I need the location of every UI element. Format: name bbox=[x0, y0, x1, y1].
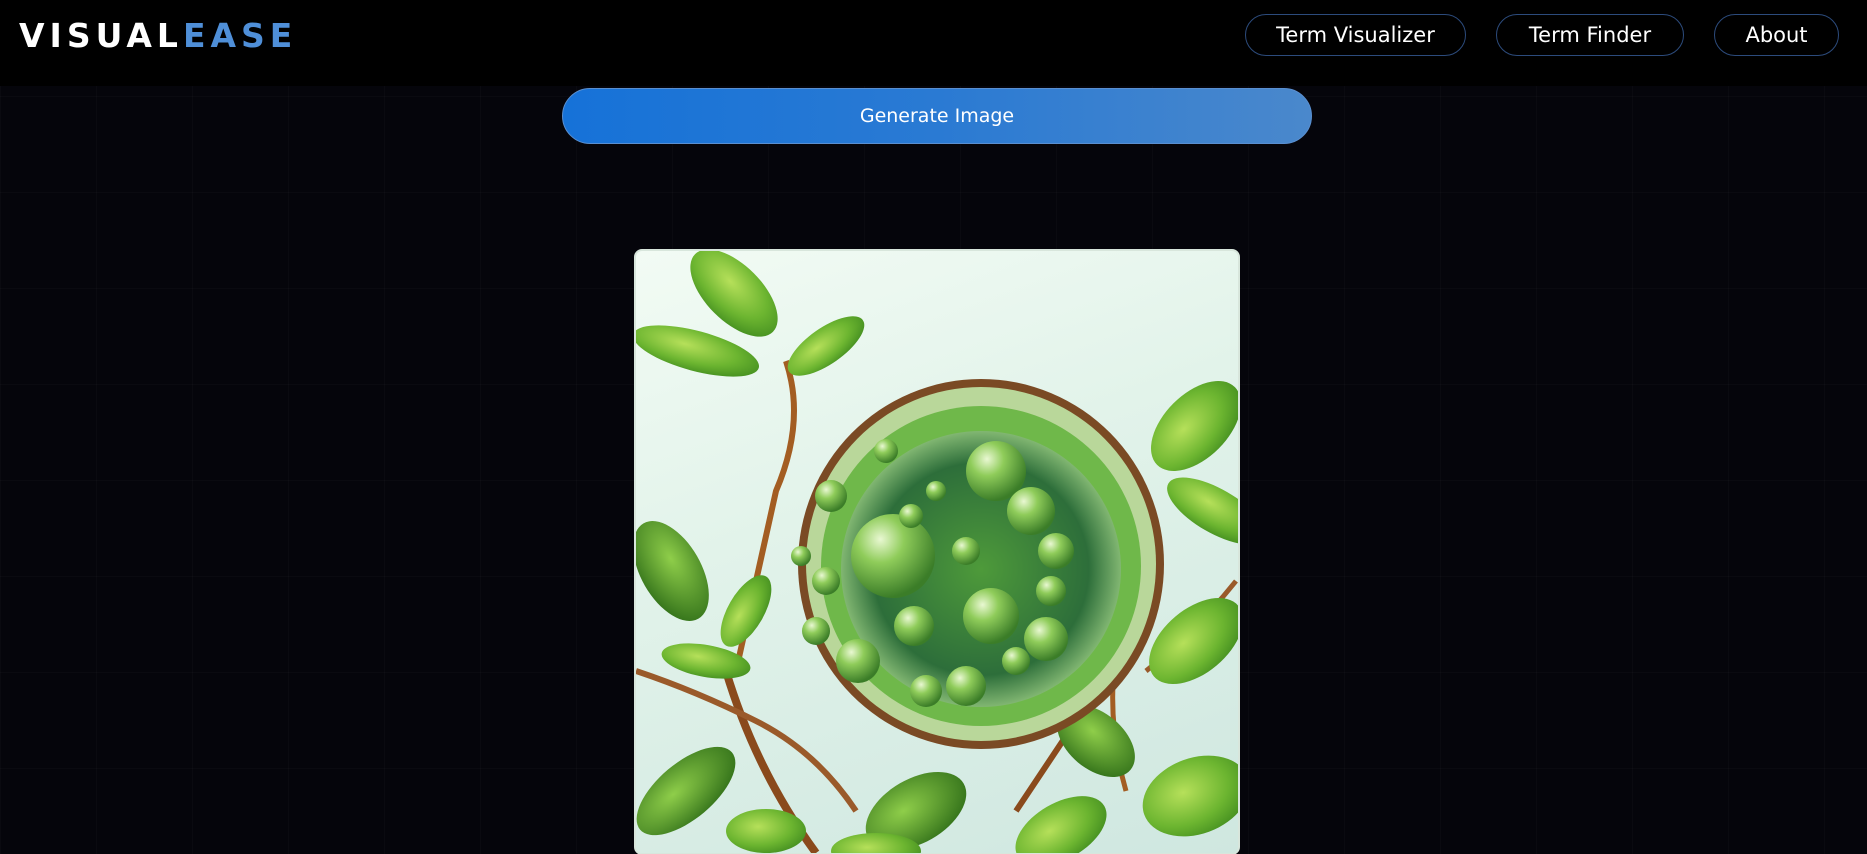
nav-term-finder[interactable]: Term Finder bbox=[1496, 14, 1684, 56]
logo-ease: EASE bbox=[182, 16, 298, 55]
plant-cell-illustration bbox=[636, 251, 1238, 853]
nav-about[interactable]: About bbox=[1714, 14, 1839, 56]
top-navbar: VISUALEASE Term Visualizer Term Finder A… bbox=[0, 0, 1867, 86]
logo-visual: VISUAL bbox=[19, 16, 183, 55]
site-logo[interactable]: VISUALEASE bbox=[19, 16, 297, 56]
generate-image-button[interactable]: Generate Image bbox=[562, 88, 1312, 144]
generated-image bbox=[634, 249, 1240, 854]
nav-term-visualizer[interactable]: Term Visualizer bbox=[1245, 14, 1466, 56]
